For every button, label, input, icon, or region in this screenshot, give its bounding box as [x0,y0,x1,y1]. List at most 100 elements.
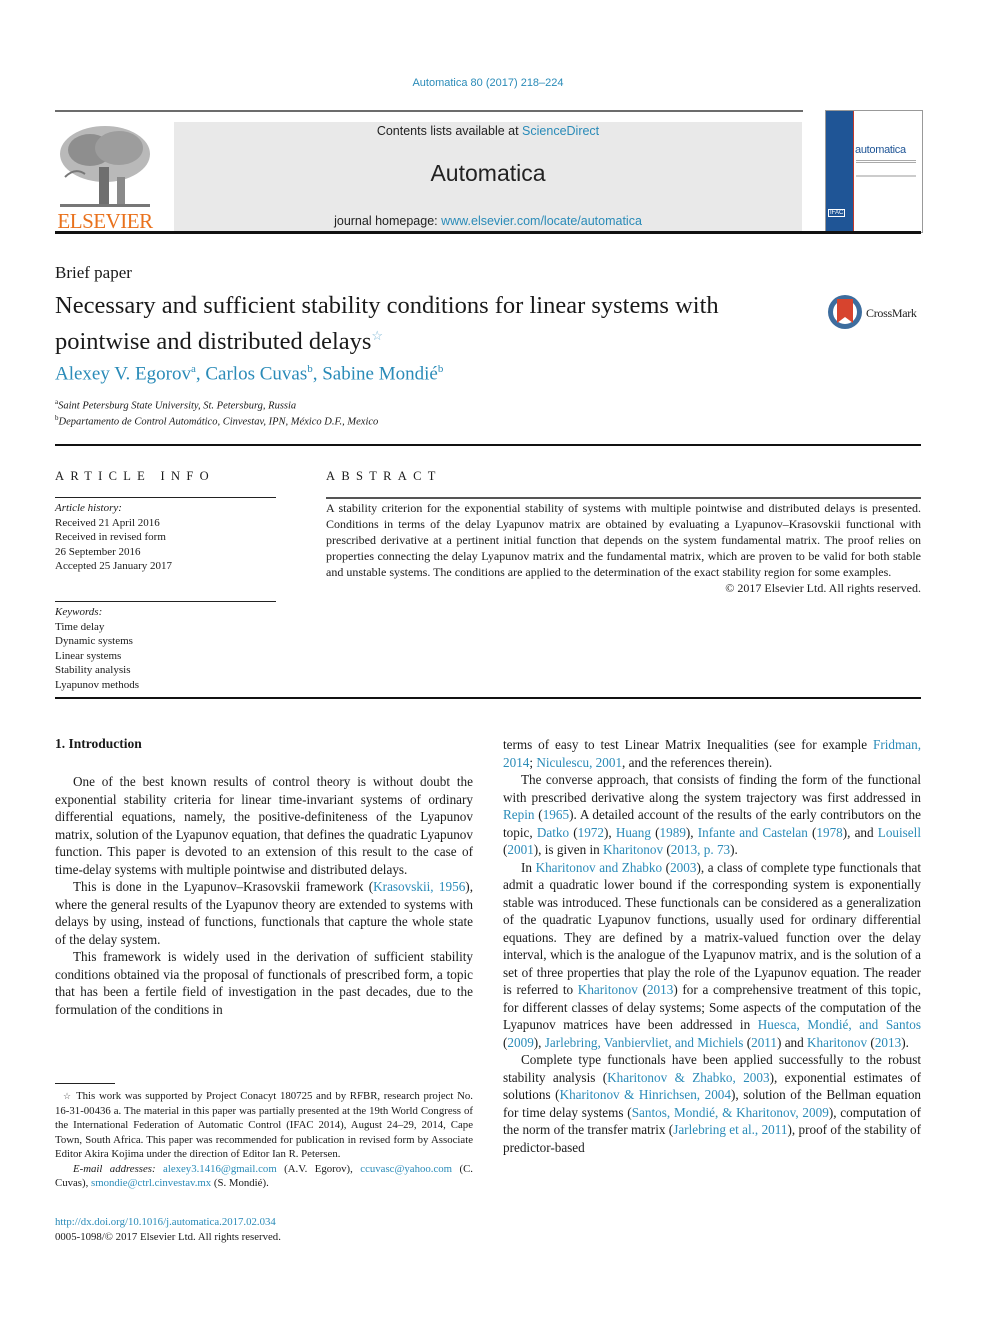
elsevier-logo[interactable]: ELSEVIER [55,122,155,234]
title-line-1: Necessary and sufficient stability condi… [55,292,719,319]
body-column-right: terms of easy to test Linear Matrix Ineq… [503,736,921,1156]
front-matter-end-rule [55,697,921,699]
meta-divider [55,444,921,446]
citation-year-link[interactable]: 2001 [507,842,533,857]
citation-link[interactable]: Kharitonov & Hinrichsen, 2004 [560,1087,731,1102]
doi-link[interactable]: http://dx.doi.org/10.1016/j.automatica.2… [55,1215,281,1230]
history-item: 26 September 2016 [55,545,141,558]
citation-link[interactable]: Louisell [878,825,921,840]
citation-link[interactable]: Huesca, Mondié, and Santos [758,1017,921,1032]
journal-masthead: Contents lists available at ScienceDirec… [174,122,802,231]
citation-year-link[interactable]: 2013 [875,1035,901,1050]
keywords-label: Keywords: [55,606,103,618]
affil-text: Saint Petersburg State University, St. P… [58,400,297,412]
citation-link[interactable]: Datko [537,825,569,840]
article-info-heading: ARTICLE INFO [55,469,215,483]
citation-year-link[interactable]: 2009 [507,1035,533,1050]
footnote-star-icon: ☆ [63,1091,73,1101]
email-link[interactable]: smondie@ctrl.cinvestav.mx [91,1177,211,1189]
citation-year-link[interactable]: 2003 [670,860,696,875]
paragraph: This framework is widely used in the der… [55,949,473,1017]
title-footnote-star-icon[interactable]: ☆ [371,328,383,343]
footnote: ☆ This work was supported by Project Cona… [55,1089,473,1191]
keyword: Dynamic systems [55,635,133,647]
abstract-rule [326,497,921,499]
citation-link[interactable]: Kharitonov [603,842,663,857]
homepage-prefix: journal homepage: [334,214,442,228]
article-type: Brief paper [55,263,132,282]
author-link[interactable]: Alexey V. Egorov [55,363,191,384]
email-link[interactable]: ccuvasc@yahoo.com [360,1163,452,1175]
homepage-line: journal homepage: www.elsevier.com/locat… [174,214,802,228]
email-label: E-mail addresses: [73,1162,156,1175]
author-list: Alexey V. Egorova, Carlos Cuvasb, Sabine… [55,363,444,385]
paper-title: Necessary and sufficient stability condi… [55,291,815,357]
citation-link[interactable]: Kharitonov [807,1035,867,1050]
citation-link[interactable]: Jarlebring, Vanbiervliet, and Michiels [545,1035,744,1050]
footnote-rule [55,1083,115,1084]
citation-link[interactable]: Kharitonov and Zhabko [536,860,663,875]
author-affil-sup[interactable]: a [191,363,196,375]
author-affil-sup[interactable]: b [438,363,444,375]
funding-text: This work was supported by Project Conac… [55,1090,473,1160]
citation-link[interactable]: Repin [503,807,535,822]
ifac-badge: IFAC [828,209,846,217]
history-label: Article history: [55,502,122,514]
funding-note: ☆ This work was supported by Project Cona… [55,1089,473,1162]
citation-link[interactable]: Kharitonov & Zhabko, 2003 [607,1070,769,1085]
affiliation: bDepartamento de Control Automático, Cin… [55,414,378,428]
keywords-rule [55,601,276,603]
sciencedirect-link[interactable]: ScienceDirect [522,124,599,138]
paragraph: One of the best known results of control… [55,774,473,877]
body-column-left: One of the best known results of control… [55,773,473,1018]
abstract-body: A stability criterion for the exponentia… [326,500,921,596]
crossmark-button[interactable]: CrossMark [828,295,928,333]
journal-cover-thumbnail[interactable]: automatica IFAC [825,110,923,233]
citation-link[interactable]: Niculescu, 2001 [536,755,622,770]
citation-year-link[interactable]: 2013, p. 73 [671,842,730,857]
elsevier-tree-icon [60,126,150,207]
cover-divider [853,111,854,232]
history-item: Received in revised form [55,531,166,543]
paragraph: This is done in the Lyapunov–Krasovskii … [55,879,473,947]
author-link[interactable]: Carlos Cuvas [205,363,307,384]
citation-link[interactable]: Jarlebring et al., 2011 [673,1122,787,1137]
article-info-rule [55,497,276,499]
header-top-rule [55,110,803,112]
history-item: Received 21 April 2016 [55,516,160,529]
citation-year-link[interactable]: 1989 [660,825,686,840]
paragraph: In Kharitonov and Zhabko (2003), a class… [503,859,921,1050]
citation-year-link[interactable]: 1978 [816,825,842,840]
citation-link[interactable]: Kharitonov [578,982,638,997]
citation-year-link[interactable]: 2011 [751,1035,777,1050]
crossmark-label: CrossMark [866,306,917,320]
section-heading-introduction: 1. Introduction [55,736,142,751]
contents-prefix: Contents lists available at [376,124,523,138]
title-line-2: pointwise and distributed delays [55,328,372,356]
doi-block: http://dx.doi.org/10.1016/j.automatica.2… [55,1215,281,1244]
paragraph: Complete type functionals have been appl… [503,1052,922,1155]
citation-year-link[interactable]: 2013 [647,982,673,997]
journal-citation-link[interactable]: Automatica 80 (2017) 218–224 [0,77,976,89]
author-affil-sup[interactable]: b [307,363,313,375]
journal-name: Automatica [430,160,546,186]
paragraph: The converse approach, that consists of … [503,772,921,857]
citation-year-link[interactable]: 1972 [578,825,604,840]
email-addresses: E-mail addresses: alexey3.1416@gmail.com… [55,1162,473,1190]
citation-link[interactable]: Krasovskii, 1956 [373,879,465,894]
keyword: Linear systems [55,649,122,662]
citation-link[interactable]: Santos, Mondié, & Kharitonov, 2009 [632,1105,829,1120]
abstract-heading: ABSTRACT [326,469,442,483]
article-history: Article history: Received 21 April 2016 … [55,501,172,574]
email-link[interactable]: alexey3.1416@gmail.com [163,1163,277,1175]
abstract-text: A stability criterion for the exponentia… [326,501,921,579]
keywords-list: Keywords: Time delay Dynamic systems Lin… [55,605,139,692]
cover-title: automatica [855,144,906,156]
citation-link[interactable]: Huang [616,825,651,840]
affil-text: Departamento de Control Automático, Cinv… [58,416,379,428]
journal-homepage-link[interactable]: www.elsevier.com/locate/automatica [441,214,642,228]
author-link[interactable]: Sabine Mondié [322,363,438,384]
citation-link[interactable]: Infante and Castelan [698,825,808,840]
history-item: Accepted 25 January 2017 [55,560,172,572]
citation-year-link[interactable]: 1965 [543,807,569,822]
